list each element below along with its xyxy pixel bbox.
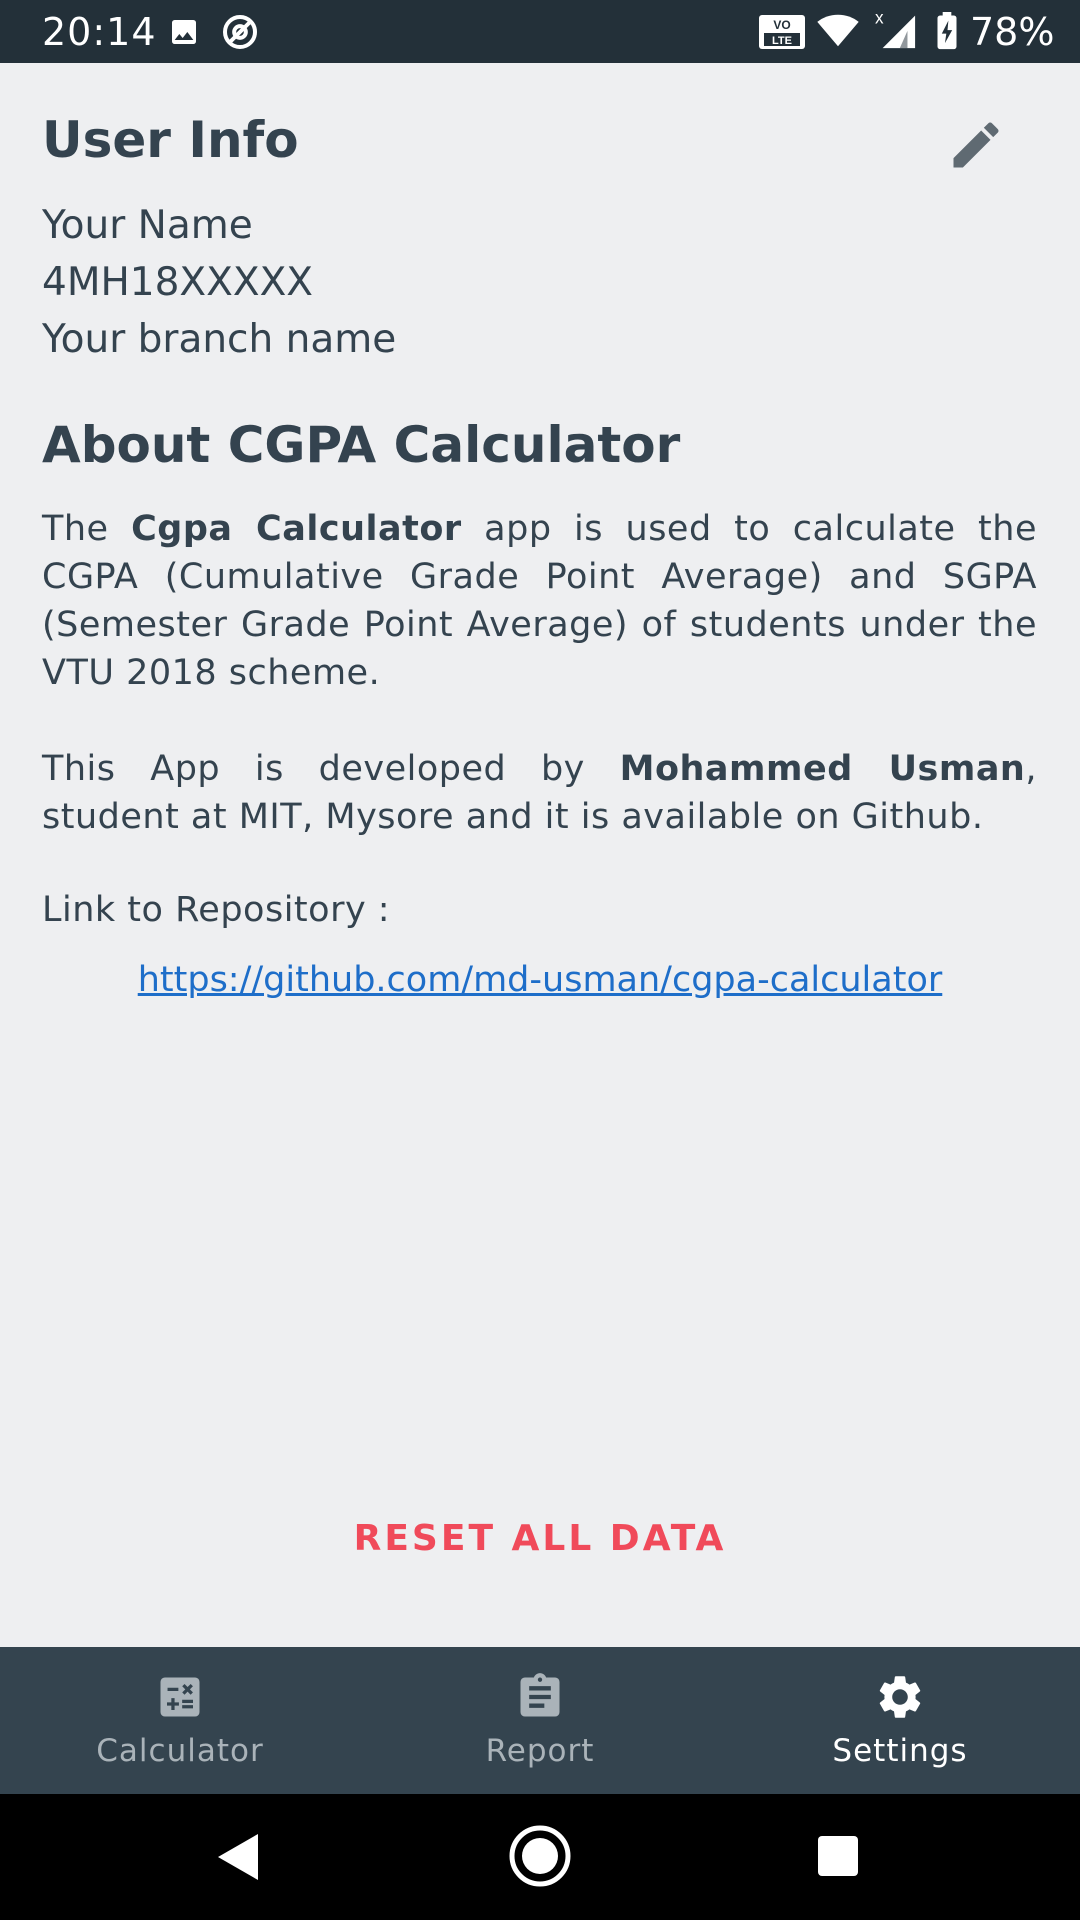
clipboard-icon <box>520 1673 560 1717</box>
battery-charging-icon <box>937 12 957 50</box>
battery-percentage: 78% <box>970 10 1055 54</box>
nav-report[interactable]: Report <box>360 1647 720 1794</box>
nav-settings-label: Settings <box>832 1733 968 1769</box>
svg-text:x: x <box>875 8 884 27</box>
recents-icon[interactable] <box>816 1834 860 1878</box>
nav-settings[interactable]: Settings <box>720 1647 1080 1794</box>
repository-link[interactable]: https://github.com/md-usman/cgpa-calcula… <box>0 960 1080 1000</box>
about-paragraph-2: This App is developed by Mohammed Usman,… <box>42 749 1037 837</box>
about-paragraph-1: The Cgpa Calculator app is used to calcu… <box>42 509 1037 693</box>
user-info-title: User Info <box>42 111 299 169</box>
nav-calculator[interactable]: Calculator <box>0 1647 360 1794</box>
nav-report-label: Report <box>485 1733 595 1769</box>
user-usn: 4MH18XXXXX <box>42 260 314 305</box>
wifi-icon <box>817 14 859 47</box>
settings-content: User Info Your Name 4MH18XXXXX Your bran… <box>0 63 1080 1647</box>
bottom-navigation: Calculator Report Settings <box>0 1647 1080 1794</box>
home-icon[interactable] <box>508 1824 572 1888</box>
reset-all-data-button[interactable]: RESET ALL DATA <box>0 1518 1080 1559</box>
volte-icon: VO LTE <box>759 15 805 49</box>
repository-label: Link to Repository : <box>42 890 391 930</box>
signal-icon: x <box>875 8 916 49</box>
back-icon[interactable] <box>214 1832 260 1882</box>
status-bar: 20:14 VO LTE x 78% <box>0 0 1080 63</box>
data-saver-icon <box>223 15 257 49</box>
calculator-icon <box>160 1677 200 1717</box>
system-navigation-bar <box>0 1794 1080 1920</box>
status-time: 20:14 <box>42 10 157 54</box>
gear-icon <box>879 1676 921 1718</box>
nav-calculator-label: Calculator <box>96 1733 264 1769</box>
about-title: About CGPA Calculator <box>42 416 681 474</box>
user-branch: Your branch name <box>42 317 397 362</box>
image-icon <box>172 20 196 44</box>
svg-text:LTE: LTE <box>772 35 792 47</box>
user-name: Your Name <box>42 203 253 248</box>
svg-text:VO: VO <box>773 18 790 32</box>
edit-icon[interactable] <box>946 115 1006 175</box>
